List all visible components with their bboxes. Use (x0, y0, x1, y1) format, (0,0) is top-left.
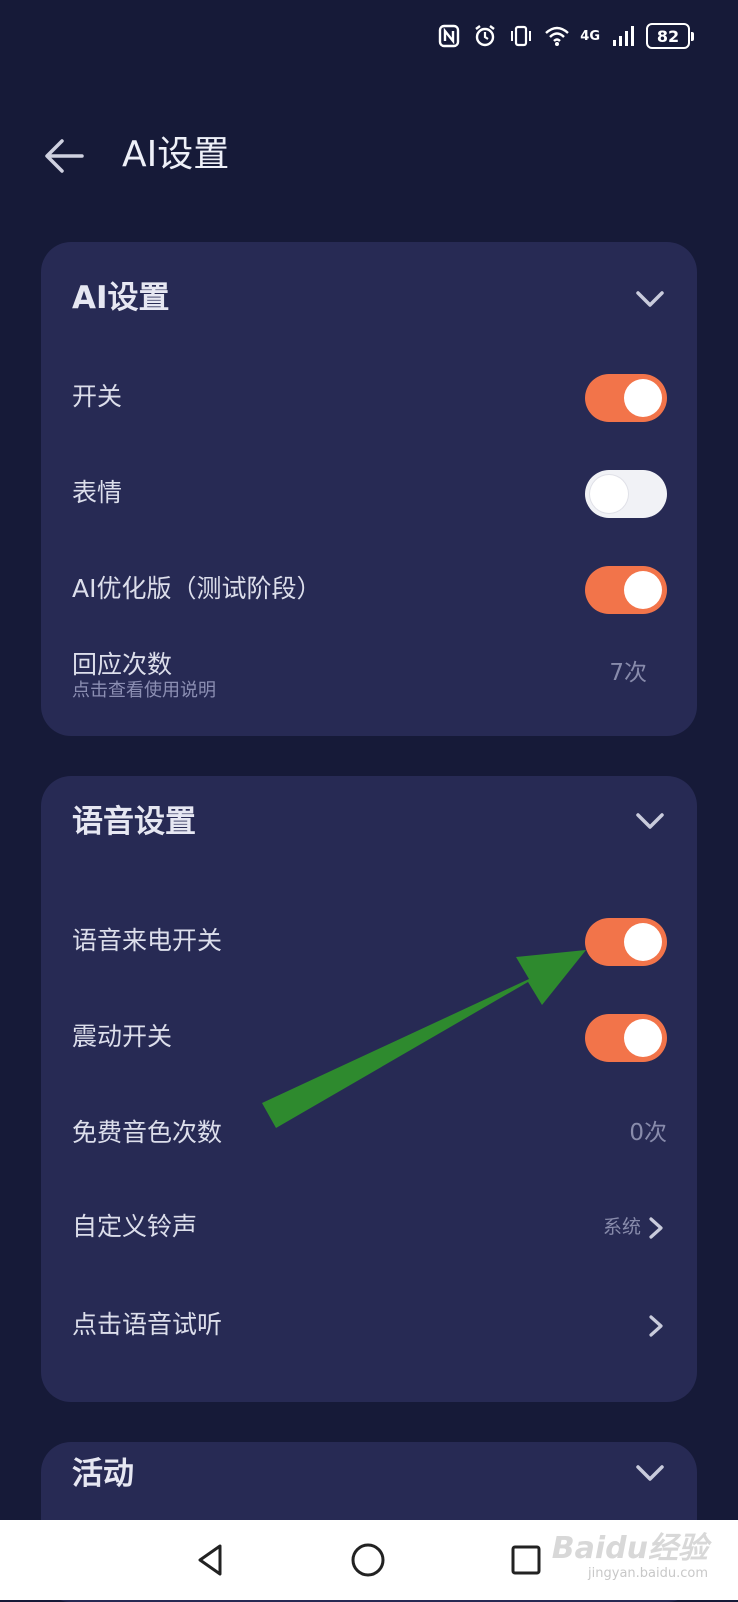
toggle-knob (624, 571, 662, 609)
ai-switch-toggle[interactable] (585, 374, 667, 422)
watermark-url: jingyan.baidu.com (588, 1566, 708, 1581)
toggle-knob (624, 379, 662, 417)
network-type: 4G (580, 28, 600, 44)
reply-count-label: 回应次数 (72, 650, 173, 679)
watermark-logo: Baidu经验 (551, 1531, 708, 1566)
chevron-right-icon (649, 1217, 663, 1239)
ai-optimized-row[interactable]: AI优化版（测试阶段） (41, 558, 697, 618)
vibration-toggle[interactable] (585, 1014, 667, 1062)
signal-icon (610, 23, 636, 49)
chevron-down-icon[interactable] (633, 1456, 667, 1490)
expression-toggle[interactable] (585, 470, 667, 518)
chevron-right-icon (649, 1315, 663, 1337)
navigation-bar: Baidu经验 jingyan.baidu.com (0, 1520, 738, 1600)
vibration-row[interactable]: 震动开关 (41, 1006, 697, 1066)
ai-switch-label: 开关 (72, 382, 123, 411)
alarm-icon (472, 23, 498, 49)
voice-call-toggle[interactable] (585, 918, 667, 966)
voice-preview-label: 点击语音试听 (72, 1310, 223, 1339)
ai-optimized-label: AI优化版（测试阶段） (72, 574, 322, 603)
wifi-icon (544, 23, 570, 49)
nav-back-icon[interactable] (190, 1540, 230, 1580)
toggle-knob (624, 923, 662, 961)
status-bar: 4G 82 (436, 18, 694, 54)
voice-settings-title: 语音设置 (72, 804, 196, 840)
nav-recents-icon[interactable] (506, 1540, 546, 1580)
back-button[interactable] (40, 132, 88, 180)
chevron-down-icon[interactable] (633, 282, 667, 316)
free-voice-row[interactable]: 免费音色次数 0次 (41, 1102, 697, 1162)
activity-title: 活动 (72, 1456, 134, 1492)
free-voice-label: 免费音色次数 (72, 1118, 223, 1147)
ai-optimized-toggle[interactable] (585, 566, 667, 614)
toggle-knob (624, 1019, 662, 1057)
reply-count-row[interactable]: 回应次数 点击查看使用说明 7次 (41, 634, 697, 714)
voice-preview-row[interactable]: 点击语音试听 (41, 1294, 697, 1354)
ringtone-row[interactable]: 自定义铃声 系统 (41, 1196, 697, 1256)
vibrate-icon (508, 23, 534, 49)
toggle-knob (590, 475, 628, 513)
nav-home-icon[interactable] (348, 1540, 388, 1580)
expression-row[interactable]: 表情 (41, 462, 697, 522)
free-voice-value: 0次 (629, 1120, 667, 1146)
battery-indicator: 82 (646, 23, 694, 49)
ringtone-label: 自定义铃声 (72, 1212, 198, 1241)
chevron-down-icon[interactable] (633, 804, 667, 838)
ai-settings-title: AI设置 (72, 280, 170, 316)
voice-settings-card: 语音设置 语音来电开关 震动开关 免费音色次数 0次 自定义铃声 系统 点击语音… (41, 776, 697, 1402)
ai-settings-card: AI设置 开关 表情 AI优化版（测试阶段） 回应次数 点击查看使用说明 7次 (41, 242, 697, 736)
header: AI设置 (0, 120, 738, 190)
page-title: AI设置 (122, 134, 230, 175)
ringtone-value: 系统 (602, 1216, 641, 1238)
voice-call-row[interactable]: 语音来电开关 (41, 910, 697, 970)
reply-count-value: 7次 (609, 660, 647, 686)
ai-switch-row[interactable]: 开关 (41, 366, 697, 426)
back-arrow-icon (45, 139, 84, 173)
baidu-watermark: Baidu经验 jingyan.baidu.com (552, 1532, 708, 1582)
battery-level: 82 (646, 23, 690, 49)
vibration-label: 震动开关 (72, 1022, 173, 1051)
expression-label: 表情 (72, 478, 123, 507)
reply-count-help[interactable]: 点击查看使用说明 (72, 680, 216, 702)
battery-tip (691, 31, 694, 41)
voice-call-label: 语音来电开关 (72, 926, 223, 955)
nfc-icon (436, 23, 462, 49)
